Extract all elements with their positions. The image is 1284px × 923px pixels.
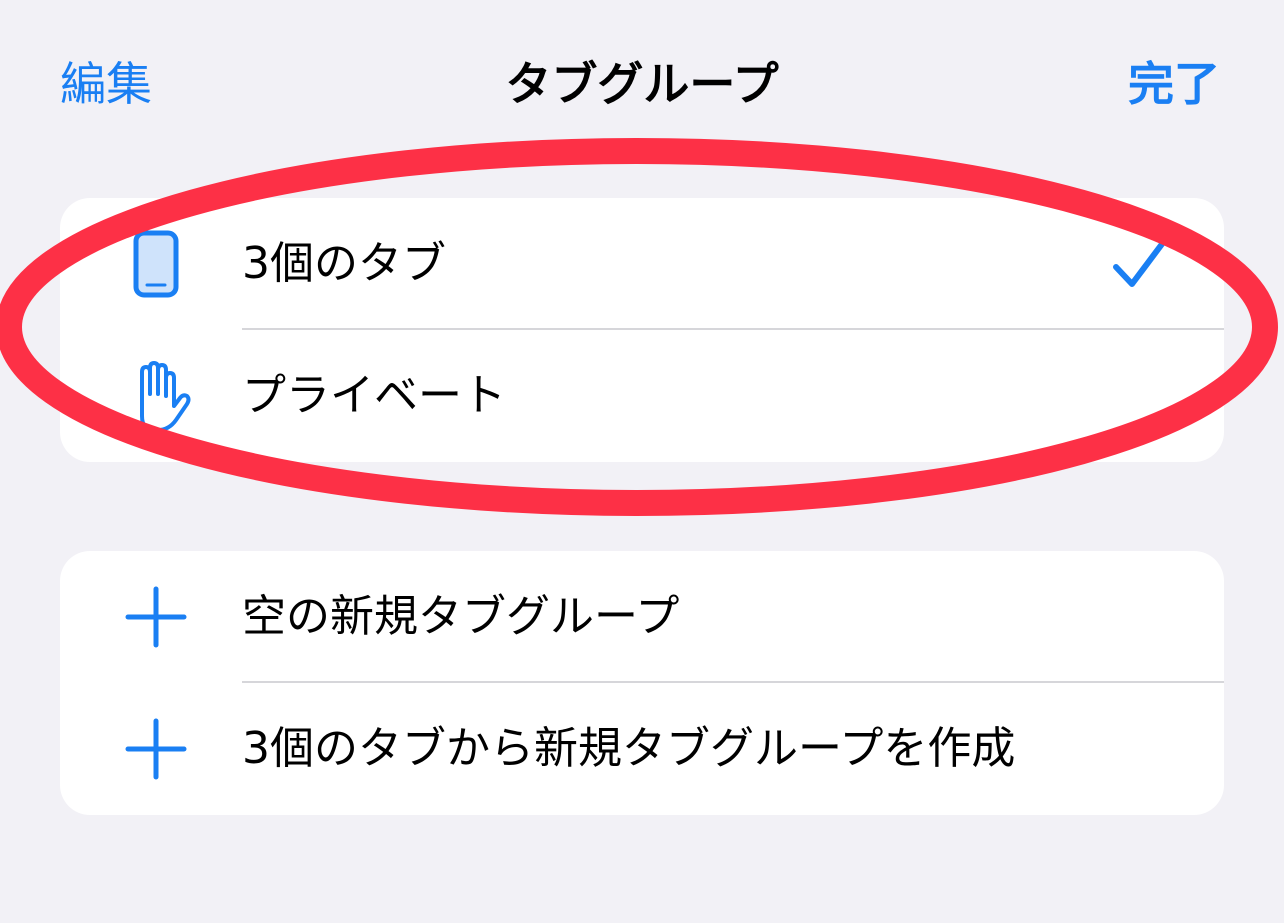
tab-group-label: 3個のタブ (242, 238, 446, 289)
tab-group-item-private[interactable]: プライベート (60, 330, 1224, 462)
new-tab-group-from-tabs-button[interactable]: 3個のタブから新規タブグループを作成 (60, 683, 1224, 815)
checkmark-icon (1113, 241, 1165, 287)
plus-icon (125, 718, 187, 780)
action-label: 空の新規タブグループ (242, 591, 680, 642)
done-button[interactable]: 完了 (1128, 52, 1220, 116)
plus-icon (125, 586, 187, 648)
action-label: 3個のタブから新規タブグループを作成 (242, 723, 1016, 774)
tab-groups-list: 3個のタブ プライベート (60, 198, 1224, 462)
navigation-bar: 編集 タブグループ 完了 (0, 0, 1284, 170)
page-title: タブグループ (505, 57, 779, 111)
new-tab-group-actions: 空の新規タブグループ 3個のタブから新規タブグループを作成 (60, 551, 1224, 815)
tab-group-label: プライベート (242, 370, 506, 421)
hand-raised-icon (140, 361, 191, 432)
new-empty-tab-group-button[interactable]: 空の新規タブグループ (60, 551, 1224, 683)
iphone-icon (133, 230, 179, 298)
tab-group-item-3-tabs[interactable]: 3個のタブ (60, 198, 1224, 330)
tab-groups-sheet: 編集 タブグループ 完了 3個のタブ プライベート 空の新規タブグループ 3個の… (0, 0, 1284, 923)
